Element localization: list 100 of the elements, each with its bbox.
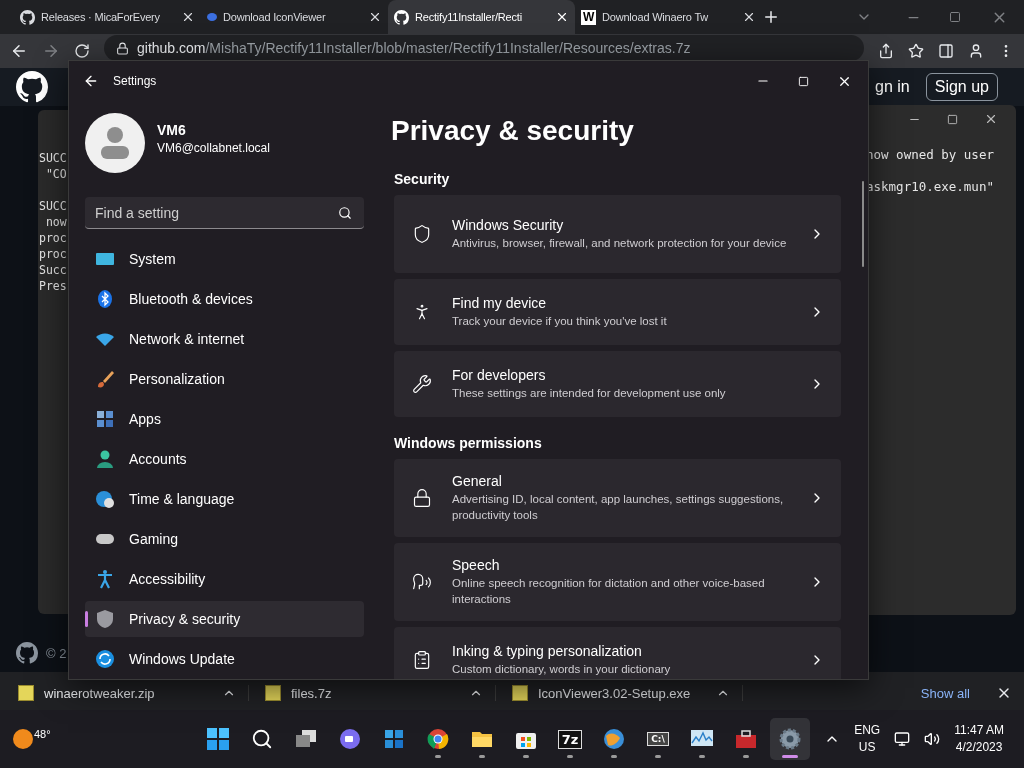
card-description: Track your device if you think you've lost it [452, 314, 668, 329]
card-title: Find my device [452, 295, 548, 311]
page-heading: Privacy & security [391, 115, 635, 147]
gear-icon [779, 728, 801, 750]
sign-up-button[interactable]: Sign up [925, 73, 998, 101]
reload-icon[interactable] [74, 43, 90, 59]
download-item[interactable]: winaerotweaker.zip [18, 685, 249, 701]
close-icon[interactable] [181, 10, 195, 24]
favicon-icon: W [581, 9, 596, 25]
browser-tab[interactable]: Releases · MicaForEvery [14, 0, 201, 34]
language-indicator[interactable]: ENG US [854, 722, 881, 756]
browser-tab[interactable]: Download IconViewer [201, 0, 388, 34]
browser-tab[interactable]: W Download Winaero Tw [575, 0, 762, 34]
github-logo-icon [16, 642, 38, 664]
shield-icon [412, 224, 432, 244]
github-icon [394, 9, 409, 25]
download-item[interactable]: files.7z [265, 685, 496, 701]
address-bar[interactable]: github.com/MishaTy/Rectify11Installer/blob/master/Rectify11Installer/Resources/extras.7z [104, 35, 864, 61]
settings-card[interactable]: For developers These settings are intended for development use only [394, 351, 841, 417]
nav-item[interactable]: Time & language [85, 481, 364, 517]
lock-icon [412, 488, 432, 508]
task-view-icon [295, 729, 317, 749]
settings-card[interactable]: Speech Online speech recognition for dictation and other voice-based interactions [394, 543, 841, 621]
volume-icon[interactable] [924, 731, 941, 747]
clipboard-icon [412, 650, 432, 670]
download-item[interactable]: IconViewer3.02-Setup.exe [512, 685, 743, 701]
show-all-link[interactable]: Show all [920, 686, 970, 701]
card-title: Windows Security [452, 217, 565, 233]
settings-card[interactable]: Inking & typing personalization Custom dictionary, words in your dictionary [394, 627, 841, 679]
widgets-icon [384, 729, 404, 749]
close-icon[interactable] [368, 10, 382, 24]
url-text: github.com/MishaTy/Rectify11Installer/blob/master/Rectify11Installer/Resources/extras.7z [137, 40, 691, 56]
console-line: Pres [39, 278, 68, 294]
forward-icon[interactable] [42, 42, 60, 60]
settings-card[interactable]: Windows Security Antivirus, browser, firewall, and network protection for your device [394, 195, 841, 273]
search-field[interactable]: Find a setting [85, 197, 364, 229]
console-line: "CO [44, 166, 68, 182]
sun-icon [12, 728, 34, 750]
close-icon[interactable] [742, 10, 756, 24]
back-icon[interactable] [83, 73, 99, 89]
taskbar-button[interactable]: 7z [550, 718, 590, 760]
github-logo-icon [16, 71, 48, 103]
nav-item[interactable]: System [85, 241, 364, 277]
share-icon[interactable] [878, 43, 894, 59]
nav-item[interactable]: Accounts [85, 441, 364, 477]
card-title: Speech [452, 557, 501, 573]
card-description: Custom dictionary, words in your dictionary [452, 662, 672, 677]
close-icon[interactable] [984, 112, 998, 126]
archiver-icon: 7z [557, 729, 583, 749]
browser-icon [427, 728, 449, 750]
star-icon[interactable] [908, 43, 924, 59]
chart-monitor-icon [690, 729, 714, 749]
window-title: Settings [113, 74, 157, 88]
user-name: VM6 [157, 121, 187, 138]
copyright-text: © 2 [46, 645, 67, 661]
settings-card[interactable]: Find my device Track your device if you think you've lost it [394, 279, 841, 345]
nav-item[interactable]: Privacy & security [85, 601, 364, 637]
new-tab-icon[interactable] [762, 8, 780, 26]
card-description: These settings are intended for development use only [452, 386, 727, 401]
globe-icon [603, 728, 625, 750]
scrollbar[interactable] [862, 181, 864, 267]
browser-tab[interactable]: Rectify11Installer/Recti [388, 0, 575, 34]
side-panel-icon[interactable] [938, 43, 954, 59]
speech-icon [412, 572, 432, 592]
user-email: VM6@collabnet.local [157, 140, 270, 155]
update-icon [95, 649, 115, 669]
card-title: For developers [452, 367, 547, 383]
taskbar-button[interactable]: C:\ [638, 718, 678, 760]
sign-in-link[interactable]: gn in [875, 78, 910, 96]
nav-item[interactable]: Windows Update [85, 641, 364, 677]
brush-icon [95, 369, 115, 389]
search-icon [251, 728, 273, 750]
settings-card[interactable]: General Advertising ID, local content, app launches, settings suggestions, productivity tools [394, 459, 841, 537]
nav-item[interactable]: Network & internet [85, 321, 364, 357]
archive-icon [18, 685, 34, 701]
console-line: proc [39, 230, 68, 246]
nav-item[interactable]: Accessibility [85, 561, 364, 597]
console-line: proc [39, 246, 68, 262]
clock[interactable]: 11:47 AM 4/2/2023 [954, 722, 1004, 756]
favicon-icon [207, 13, 217, 21]
nav-item[interactable]: Bluetooth & devices [85, 281, 364, 317]
wrench-icon [412, 374, 432, 394]
card-description: Advertising ID, local content, app launches, settings suggestions, productivity tools [452, 492, 785, 523]
nav-item[interactable]: Apps [85, 401, 364, 437]
section-title: Security [394, 171, 451, 187]
nav-item[interactable]: Personalization [85, 361, 364, 397]
back-icon[interactable] [10, 42, 28, 60]
card-title: Inking & typing personalization [452, 643, 643, 659]
console-line: Succ [39, 262, 68, 278]
network-icon[interactable] [894, 731, 911, 747]
maximize-icon[interactable] [947, 113, 958, 125]
section-title: Windows permissions [394, 435, 543, 451]
selection-indicator [85, 611, 88, 627]
shield-icon [95, 609, 115, 629]
nav-item[interactable]: Gaming [85, 521, 364, 557]
temperature-text: 48° [34, 728, 51, 740]
close-icon[interactable] [555, 10, 569, 24]
console-line: askmgr10.exe.mun" [866, 179, 995, 195]
apps-icon [95, 409, 115, 429]
profile-icon[interactable] [968, 43, 984, 59]
